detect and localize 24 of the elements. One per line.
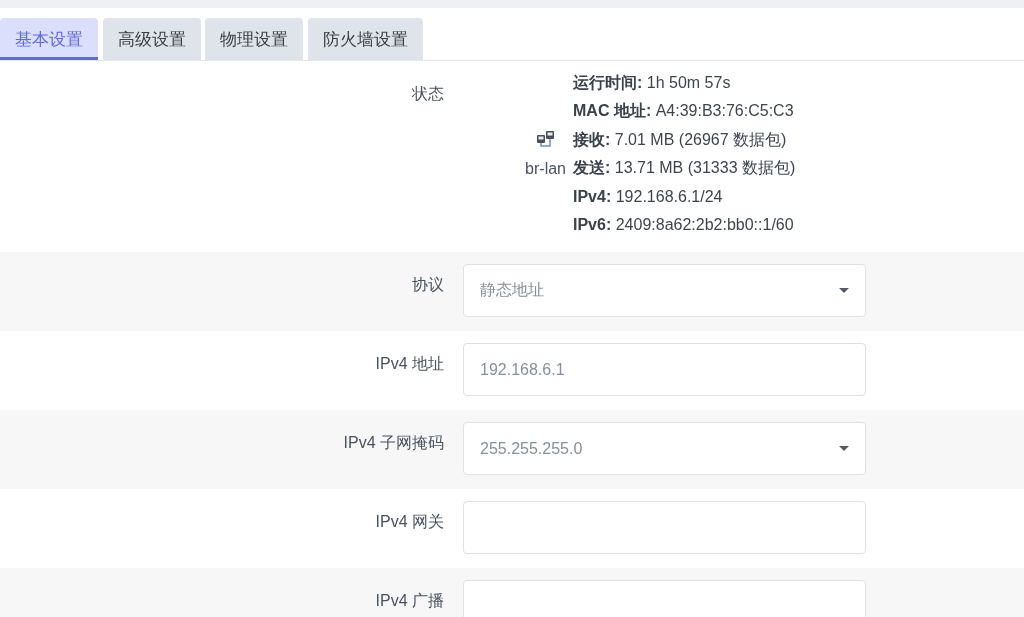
field-label: 协议 <box>412 276 444 294</box>
interface-name: br-lan <box>525 158 566 179</box>
text-input[interactable] <box>463 501 866 555</box>
dropdown-select[interactable]: 静态地址 <box>463 264 866 318</box>
field-label: IPv4 地址 <box>375 355 444 373</box>
status-line: 发送: 13.71 MB (31333 数据包) <box>573 158 796 179</box>
status-line: MAC 地址: A4:39:B3:76:C5:C3 <box>573 101 795 122</box>
field-label: IPv4 广播 <box>375 592 444 610</box>
settings-tab[interactable]: 物理设置 <box>205 18 303 60</box>
field-label: 状态 <box>412 85 444 102</box>
settings-tab[interactable]: 基本设置 <box>0 18 98 60</box>
ethernet-plug-icon <box>535 129 556 147</box>
caret-icon <box>839 288 849 294</box>
caret-icon <box>839 446 849 452</box>
settings-tab[interactable]: 防火墙设置 <box>307 18 423 60</box>
dropdown-select[interactable]: 255.255.255.0 <box>463 422 866 476</box>
status-line: 接收: 7.01 MB (26967 数据包) <box>573 129 788 150</box>
status-line: 运行时间: 1h 50m 57s <box>573 73 732 93</box>
status-line: IPv4: 192.168.6.1/24 <box>573 186 724 207</box>
status-line: IPv6: 2409:8a62:2b2:bb0::1/60 <box>573 215 795 236</box>
text-input[interactable]: 192.168.6.1 <box>463 343 866 397</box>
field-label: IPv4 网关 <box>375 513 444 531</box>
field-label: IPv4 子网掩码 <box>343 434 444 452</box>
settings-tab[interactable]: 高级设置 <box>102 18 201 60</box>
